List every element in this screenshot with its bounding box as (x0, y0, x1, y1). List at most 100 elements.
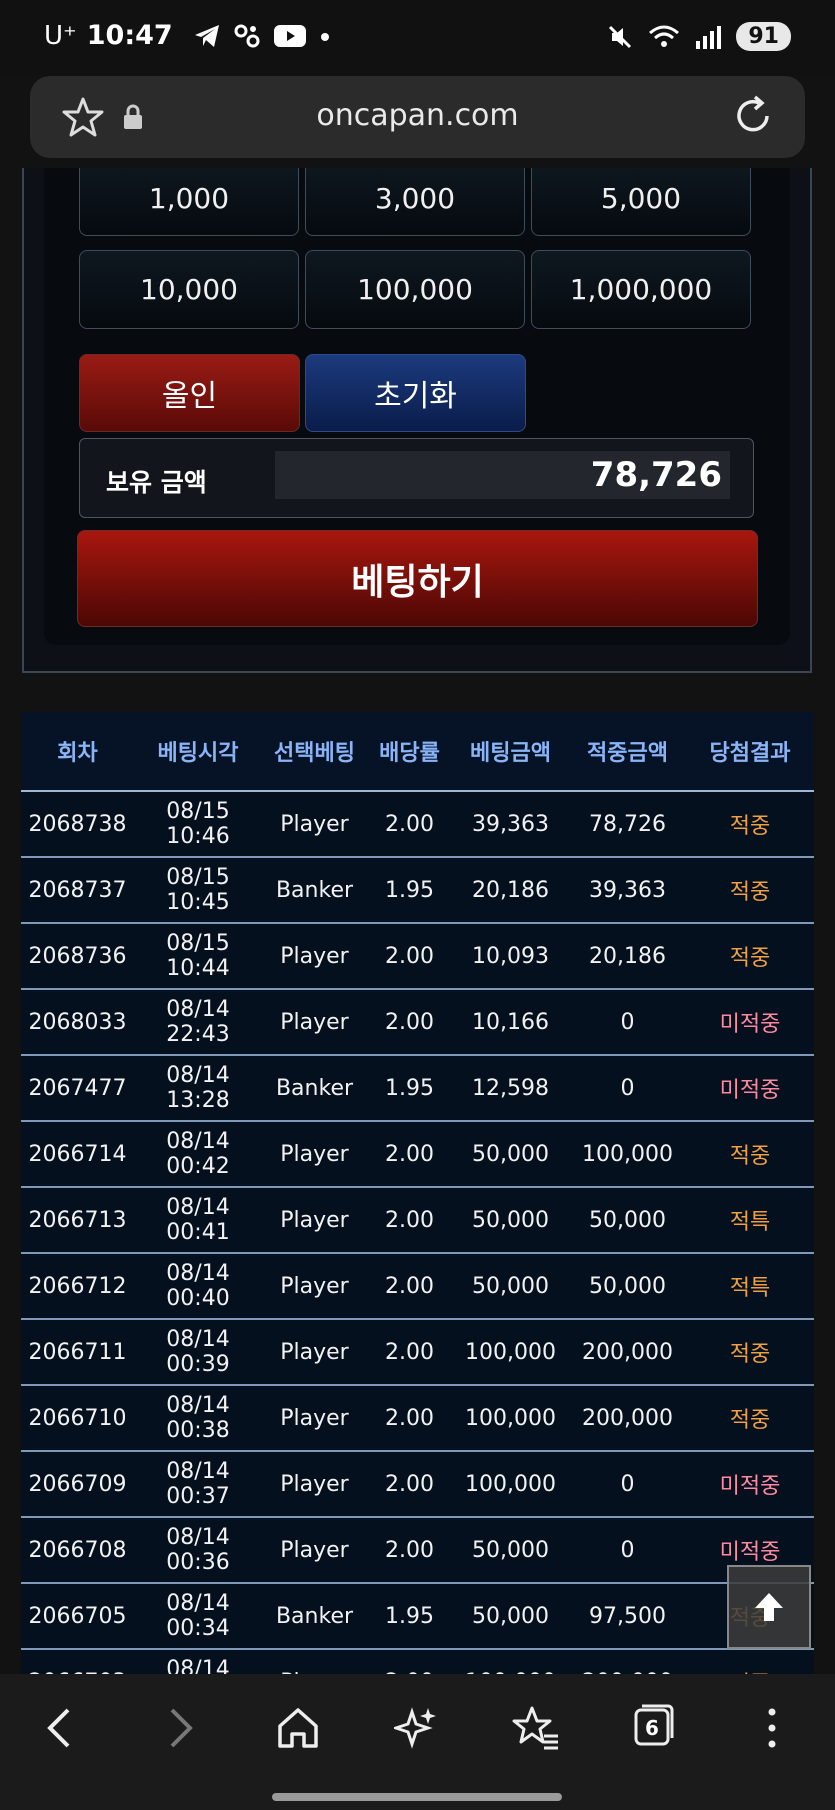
cell-win-amount: 0 (620, 1537, 635, 1563)
cell-bet-time: 08/15 10:45 (166, 865, 230, 915)
cell-win-amount: 100,000 (582, 1141, 673, 1167)
cell-odds: 2.00 (385, 1009, 434, 1035)
chip-1000-button[interactable]: 1,000 (79, 168, 299, 236)
cell-round: 2068738 (28, 811, 127, 837)
cell-selection: Player (280, 1009, 349, 1035)
cell-win-amount: 97,500 (589, 1603, 666, 1629)
cell-bet-amount: 50,000 (472, 1273, 549, 1299)
cell-bet-time: 08/14 00:42 (166, 1129, 230, 1179)
tab-count: 6 (645, 1716, 659, 1740)
tabs-button[interactable]: 6 (632, 1702, 676, 1748)
cell-bet-time: 08/14 00:34 (166, 1591, 230, 1641)
cell-round: 2068736 (28, 943, 127, 969)
cell-bet-amount: 50,000 (472, 1207, 549, 1233)
scroll-to-top-button[interactable] (727, 1565, 811, 1649)
cell-selection: Player (280, 943, 349, 969)
cell-selection: Player (280, 1405, 349, 1431)
chip-3000-button[interactable]: 3,000 (305, 168, 525, 236)
table-row: 2066705 08/14 00:34 Banker 1.95 50,000 97,500… (21, 1584, 814, 1650)
cell-bet-time: 08/14 00:40 (166, 1261, 230, 1311)
battery-level: 91 (736, 22, 791, 51)
cell-result: 적중 (729, 1408, 771, 1433)
table-row: 2066709 08/14 00:37 Player 2.00 100,000 0 미적중 (21, 1452, 814, 1518)
cell-odds: 2.00 (385, 943, 434, 969)
cell-round: 2068033 (28, 1009, 127, 1035)
cell-selection: Player (280, 1537, 349, 1563)
wifi-icon (649, 25, 680, 47)
cell-selection: Player (280, 1273, 349, 1299)
cell-win-amount: 0 (620, 1471, 635, 1497)
bookmarks-icon[interactable] (512, 1704, 560, 1752)
cell-result: 적중 (686, 1666, 814, 1674)
header-bet-amount: 베팅금액 (470, 741, 551, 766)
header-selection: 선택베팅 (274, 741, 355, 766)
signal-icon (696, 25, 722, 49)
cell-win-amount: 0 (620, 1075, 635, 1101)
address-bar[interactable]: oncapan.com (30, 76, 805, 158)
table-row: 2066714 08/14 00:42 Player 2.00 50,000 100,00… (21, 1122, 814, 1188)
table-row: 2066708 08/14 00:36 Player 2.00 50,000 0 미적중 (21, 1518, 814, 1584)
cell-win-amount: 200,000 (582, 1339, 673, 1365)
cell-result: 미적중 (719, 1078, 781, 1103)
place-bet-button[interactable]: 베팅하기 (77, 530, 758, 627)
telegram-icon (194, 24, 219, 47)
header-round: 회차 (57, 741, 98, 766)
cell-bet-amount: 10,166 (472, 1009, 549, 1035)
chip-1000000-button[interactable]: 1,000,000 (531, 250, 751, 329)
cell-selection: Player (280, 1207, 349, 1233)
cell-result: 적중 (729, 1144, 771, 1169)
cell-round: 2067477 (28, 1075, 127, 1101)
chip-5000-button[interactable]: 5,000 (531, 168, 751, 236)
forward-icon[interactable] (160, 1704, 200, 1752)
home-icon[interactable] (276, 1704, 320, 1752)
cell-round: 2066708 (28, 1537, 127, 1563)
header-odds: 배당률 (379, 741, 440, 766)
cell-bet-time: 08/15 10:44 (166, 931, 230, 981)
cell-round: 2066705 (28, 1603, 127, 1629)
cell-bet-amount: 20,186 (472, 877, 549, 903)
cell-odds: 1.95 (385, 1075, 434, 1101)
gesture-handle (272, 1793, 562, 1801)
cell-win-amount: 39,363 (589, 877, 666, 903)
table-row: 2066713 08/14 00:41 Player 2.00 50,000 50,000… (21, 1188, 814, 1254)
more-menu-icon[interactable] (760, 1704, 784, 1752)
cell-bet-amount: 50,000 (472, 1603, 549, 1629)
cell-bet-time: 08/14 00:36 (166, 1525, 230, 1575)
cell-bet-amount: 39,363 (472, 811, 549, 837)
table-body: 2068738 08/15 10:46 Player 2.00 39,363 78,726… (21, 792, 814, 1674)
table-row: 2068738 08/15 10:46 Player 2.00 39,363 78,726… (21, 792, 814, 858)
cell-bet-amount: 50,000 (472, 1537, 549, 1563)
cell-odds: 2.00 (385, 1537, 434, 1563)
chip-10000-button[interactable]: 10,000 (79, 250, 299, 329)
cell-bet-amount: 12,598 (472, 1075, 549, 1101)
cell-round: 2066711 (28, 1339, 127, 1365)
cell-win-amount: 78,726 (589, 811, 666, 837)
ai-sparkle-icon[interactable] (394, 1704, 438, 1752)
reset-button[interactable]: 초기화 (305, 354, 526, 432)
web-page-content: 1,000 3,000 5,000 10,000 100,000 1,000,0… (0, 168, 835, 1674)
url-text[interactable]: oncapan.com (30, 98, 805, 133)
cell-odds: 2.00 (385, 811, 434, 837)
reload-icon[interactable] (731, 94, 775, 138)
cell-selection: Player (280, 811, 349, 837)
back-icon[interactable] (40, 1704, 80, 1752)
all-in-button[interactable]: 올인 (79, 354, 300, 432)
balance-value: 78,726 (275, 451, 730, 499)
cell-bet-amount: 10,093 (472, 943, 549, 969)
cell-odds: 2.00 (385, 1273, 434, 1299)
chip-100000-button[interactable]: 100,000 (305, 250, 525, 329)
cell-selection: Banker (275, 1603, 354, 1629)
cell-odds: 1.95 (385, 877, 434, 903)
cell-result: 미적중 (719, 1474, 781, 1499)
header-bet-time: 베팅시각 (157, 741, 239, 766)
cell-result: 적특 (729, 1276, 771, 1301)
cell-bet-time: 08/14 00:38 (166, 1393, 230, 1443)
browser-bottom-nav: 6 (0, 1674, 835, 1810)
cell-odds: 2.00 (385, 1471, 434, 1497)
cell-round: 2068737 (28, 877, 127, 903)
table-row: 2068033 08/14 22:43 Player 2.00 10,166 0 미적중 (21, 990, 814, 1056)
cell-win-amount: 0 (620, 1009, 635, 1035)
cell-bet-time: 08/14 00:39 (166, 1327, 230, 1377)
header-result: 당첨결과 (709, 741, 791, 766)
cell-bet-amount: 100,000 (465, 1471, 556, 1497)
